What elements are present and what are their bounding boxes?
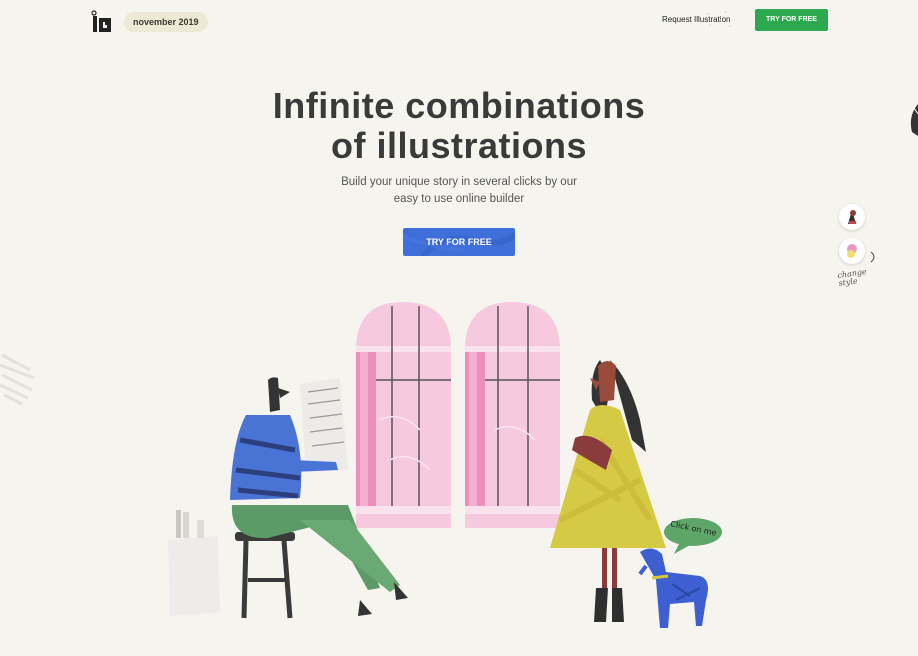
hero-subtitle-line1: Build your unique story in several click…	[341, 176, 577, 188]
hero-title: Infinite combinations of illustrations	[0, 86, 918, 166]
illustration-scene	[168, 302, 722, 628]
hero-subtitle-line2: easy to use online builder	[393, 193, 525, 205]
person-avatar-icon	[848, 210, 856, 224]
style-option-2[interactable]	[839, 238, 865, 264]
right-window-icon	[465, 302, 560, 528]
left-window-icon	[356, 302, 451, 528]
side-table-icon	[168, 510, 220, 616]
stool-icon	[235, 532, 295, 619]
try-for-free-hero-button[interactable]: TRY FOR FREE	[403, 228, 515, 256]
hero-title-line1: Infinite combinations	[272, 85, 646, 126]
partial-character-icon	[910, 104, 918, 136]
header: november 2019 Request Illustration TRY F…	[0, 0, 918, 44]
try-for-free-header-button[interactable]: TRY FOR FREE	[755, 9, 828, 31]
dog-icon	[638, 548, 708, 628]
date-badge: november 2019	[124, 12, 208, 32]
hero-title-line2: of illustrations	[330, 125, 587, 166]
standing-woman-icon	[550, 360, 666, 622]
style-option-1[interactable]	[839, 204, 865, 230]
arrow-icon	[870, 251, 875, 263]
try-for-free-hero-label: TRY FOR FREE	[426, 237, 492, 247]
flower-avatar-icon	[847, 244, 857, 258]
logo-icon[interactable]	[90, 10, 114, 34]
hero-subtitle: Build your unique story in several click…	[309, 174, 609, 208]
dots-decoration-icon	[699, 11, 731, 27]
